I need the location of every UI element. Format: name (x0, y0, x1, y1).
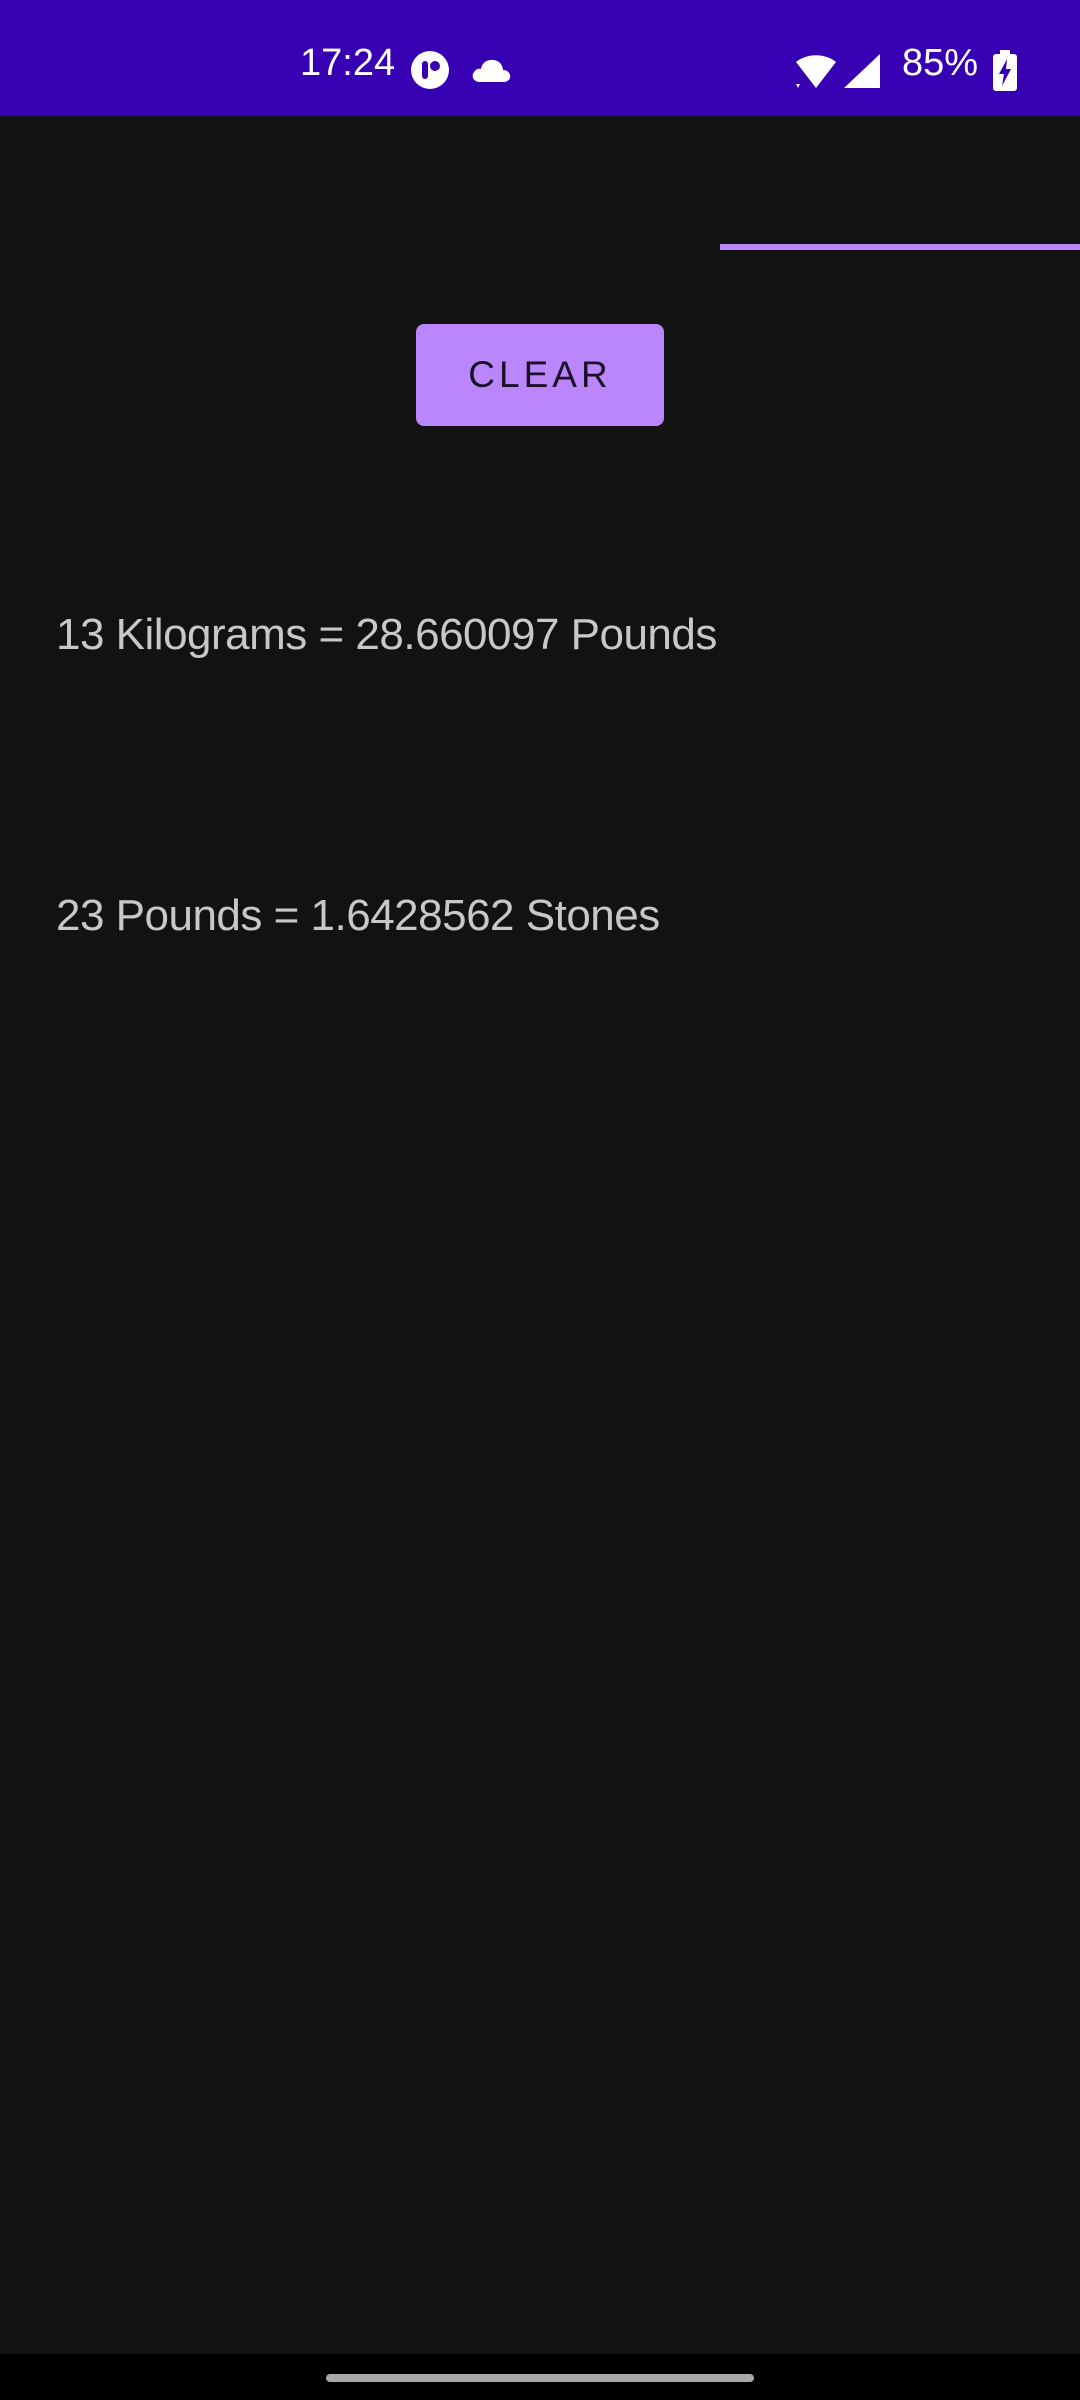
result-pounds-to-stones: 23 Pounds = 1.6428562 Stones (56, 891, 660, 940)
status-time: 17:24 (300, 42, 396, 84)
battery-charging-icon (992, 50, 1018, 97)
home-gesture-handle[interactable] (326, 2374, 754, 2382)
status-bar: 17:24 85% (0, 0, 1080, 116)
clear-button[interactable]: CLEAR (416, 324, 664, 426)
battery-percentage: 85% (902, 42, 979, 84)
app-content: CLEAR 13 Kilograms = 28.660097 Pounds 23… (0, 116, 1080, 2354)
cloud-icon (470, 56, 512, 89)
result-kilograms-to-pounds: 13 Kilograms = 28.660097 Pounds (56, 610, 717, 659)
app-notification-icon (410, 50, 450, 95)
cell-signal-icon (842, 52, 882, 95)
tab-indicator (720, 244, 1080, 250)
wifi-icon (794, 52, 838, 95)
navigation-bar (0, 2354, 1080, 2400)
